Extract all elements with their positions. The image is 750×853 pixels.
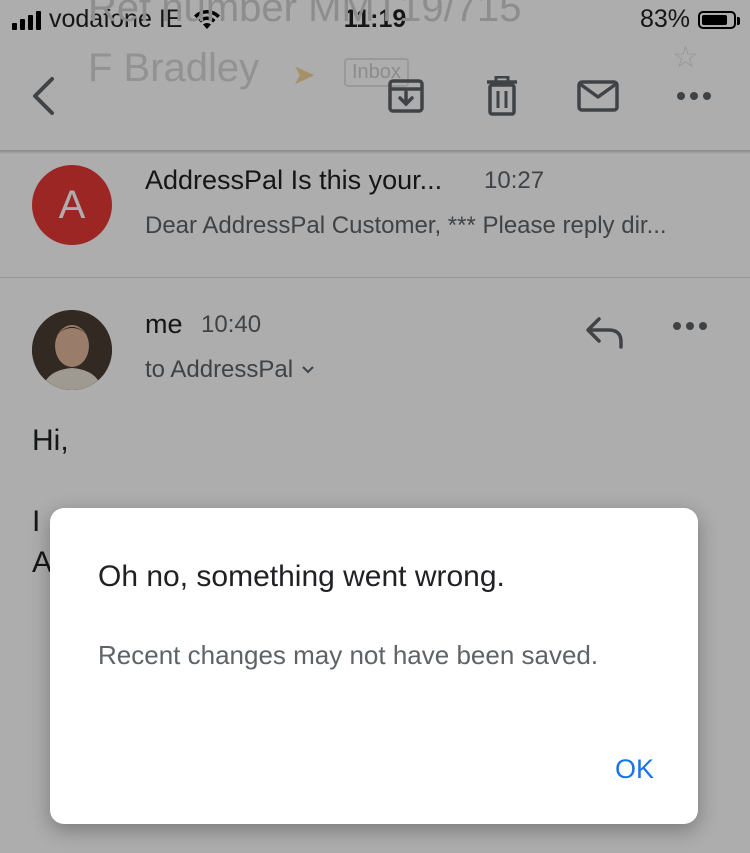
dialog-title: Oh no, something went wrong.: [98, 560, 505, 593]
ok-button[interactable]: OK: [607, 748, 662, 791]
gmail-thread-view: vodafone IE 11:19 83% Ref number MMT19/7…: [0, 0, 750, 853]
error-dialog: Oh no, something went wrong. Recent chan…: [50, 508, 698, 824]
dialog-message: Recent changes may not have been saved.: [98, 640, 599, 670]
